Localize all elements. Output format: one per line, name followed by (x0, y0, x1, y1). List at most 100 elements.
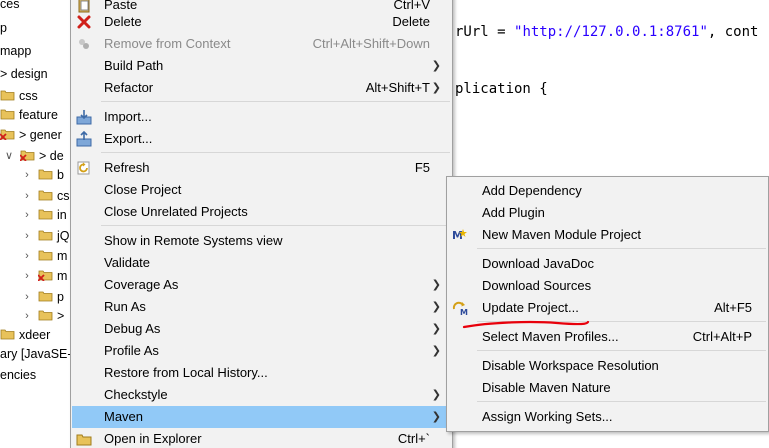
menu-item-coverage-as[interactable]: Coverage As ❯ (72, 274, 451, 296)
menu-item-checkstyle[interactable]: Checkstyle ❯ (72, 384, 451, 406)
chevron-right-icon: ❯ (431, 82, 441, 94)
menu-item-select-maven-profiles[interactable]: Select Maven Profiles... Ctrl+Alt+P (448, 326, 767, 348)
menu-item-export[interactable]: Export... (72, 128, 451, 150)
menu-item-add-dependency[interactable]: Add Dependency (448, 180, 767, 202)
tree-item-label: > (57, 309, 65, 323)
folder-icon (0, 90, 15, 101)
menu-item-import[interactable]: Import... (72, 106, 451, 128)
tree-item-label: in (57, 208, 67, 222)
tree-item-label: mapp (0, 44, 32, 58)
string-literal: "http://127.0.0.1:8761" (514, 24, 708, 40)
context-menu: Paste Ctrl+V Delete Delete Remove from C… (70, 0, 453, 448)
menu-item-assign-working-sets[interactable]: Assign Working Sets... (448, 406, 767, 428)
folder-icon (38, 209, 53, 220)
menu-item-run-as[interactable]: Run As ❯ (72, 296, 451, 318)
menu-separator (477, 401, 766, 402)
folder-explorer-icon (76, 431, 92, 447)
tree-item[interactable]: > gener (0, 125, 72, 145)
menu-item-delete[interactable]: Delete Delete (72, 11, 451, 33)
maven-module-icon: M (452, 227, 468, 243)
tree-item[interactable]: mapp (0, 41, 72, 61)
tree-item-label: m (57, 269, 68, 283)
menu-item-validate[interactable]: Validate (72, 252, 451, 274)
import-icon (76, 109, 92, 125)
folder-icon (38, 169, 53, 180)
menu-separator (477, 248, 766, 249)
code-text: , cont (707, 24, 759, 40)
menu-item-update-project[interactable]: M Update Project... Alt+F5 (448, 297, 767, 319)
menu-item-disable-workspace-resolution[interactable]: Disable Workspace Resolution (448, 355, 767, 377)
folder-icon (38, 291, 53, 302)
tree-item[interactable]: xdeer (0, 325, 72, 345)
chevron-right-icon[interactable]: › (22, 205, 32, 225)
chevron-right-icon: ❯ (431, 323, 441, 335)
chevron-right-icon[interactable]: › (22, 266, 32, 286)
tree-item[interactable]: › m (0, 266, 72, 286)
menu-item-close-unrelated-projects[interactable]: Close Unrelated Projects (72, 201, 451, 223)
tree-item[interactable]: › b (0, 165, 72, 185)
tree-item-label: b (57, 168, 64, 182)
chevron-right-icon: ❯ (431, 389, 441, 401)
code-text: rUrl = (455, 24, 515, 40)
tree-item[interactable]: › in (0, 205, 72, 225)
tree-item-label: ces (0, 0, 20, 11)
chevron-down-icon[interactable]: ∨ (4, 146, 14, 166)
tree-item[interactable]: › cs (0, 186, 72, 206)
tree-item-label: > design (0, 67, 48, 81)
remove-context-icon (76, 36, 92, 52)
folder-icon (38, 230, 53, 241)
menu-item-disable-maven-nature[interactable]: Disable Maven Nature (448, 377, 767, 399)
menu-item-open-in-explorer[interactable]: Open in Explorer Ctrl+` (72, 428, 451, 448)
chevron-right-icon: ❯ (431, 60, 441, 72)
tree-item[interactable]: ∨ > de (0, 146, 72, 166)
menu-item-remove-from-context[interactable]: Remove from Context Ctrl+Alt+Shift+Down (72, 33, 451, 55)
code-line-1: rUrl = "http://127.0.0.1:8761", cont (455, 22, 758, 42)
menu-item-refresh[interactable]: Refresh F5 (72, 157, 451, 179)
menu-item-debug-as[interactable]: Debug As ❯ (72, 318, 451, 340)
tree-item[interactable]: › m (0, 246, 72, 266)
menu-item-refactor[interactable]: Refactor Alt+Shift+T ❯ (72, 77, 451, 99)
tree-item-label: p (57, 290, 64, 304)
tree-item[interactable]: feature (0, 105, 72, 125)
tree-item[interactable]: › p (0, 287, 72, 307)
chevron-right-icon[interactable]: › (22, 186, 32, 206)
chevron-right-icon[interactable]: › (22, 287, 32, 307)
menu-item-new-maven-module[interactable]: M New Maven Module Project (448, 224, 767, 246)
menu-item-profile-as[interactable]: Profile As ❯ (72, 340, 451, 362)
tree-item[interactable]: ary [JavaSE- (0, 344, 72, 364)
code-line-2: plication { (455, 81, 548, 97)
folder-icon (38, 190, 53, 201)
menu-item-add-plugin[interactable]: Add Plugin (448, 202, 767, 224)
folder-error-icon (0, 129, 15, 140)
tree-item[interactable]: › jQ (0, 226, 72, 246)
svg-text:M: M (460, 308, 468, 316)
chevron-right-icon: ❯ (431, 345, 441, 357)
menu-separator (477, 350, 766, 351)
chevron-right-icon[interactable]: › (22, 306, 32, 326)
chevron-right-icon[interactable]: › (22, 226, 32, 246)
tree-item[interactable]: p (0, 18, 72, 38)
menu-item-download-sources[interactable]: Download Sources (448, 275, 767, 297)
tree-item-label: ary [JavaSE- (0, 347, 72, 361)
chevron-right-icon[interactable]: › (22, 165, 32, 185)
export-icon (76, 130, 92, 147)
red-x-icon (76, 14, 92, 30)
menu-separator (101, 152, 450, 153)
maven-update-icon: M (452, 300, 468, 317)
tree-item[interactable]: encies (0, 365, 72, 385)
tree-item-label: encies (0, 368, 37, 382)
folder-error-icon (20, 150, 35, 161)
tree-item[interactable]: ces (0, 0, 72, 14)
menu-item-build-path[interactable]: Build Path ❯ (72, 55, 451, 77)
project-explorer: ces p mapp > design css feature > gener ∨ > de › b… (0, 0, 72, 448)
menu-item-restore-local-history[interactable]: Restore from Local History... (72, 362, 451, 384)
chevron-right-icon[interactable]: › (22, 246, 32, 266)
tree-item[interactable]: › > (0, 306, 72, 326)
menu-item-show-remote-systems[interactable]: Show in Remote Systems view (72, 230, 451, 252)
tree-item[interactable]: css (0, 86, 72, 106)
menu-item-close-project[interactable]: Close Project (72, 179, 451, 201)
tree-item[interactable]: > design (0, 64, 72, 84)
menu-item-maven[interactable]: Maven ❯ (72, 406, 451, 428)
folder-icon (38, 250, 53, 261)
menu-item-download-javadoc[interactable]: Download JavaDoc (448, 253, 767, 275)
